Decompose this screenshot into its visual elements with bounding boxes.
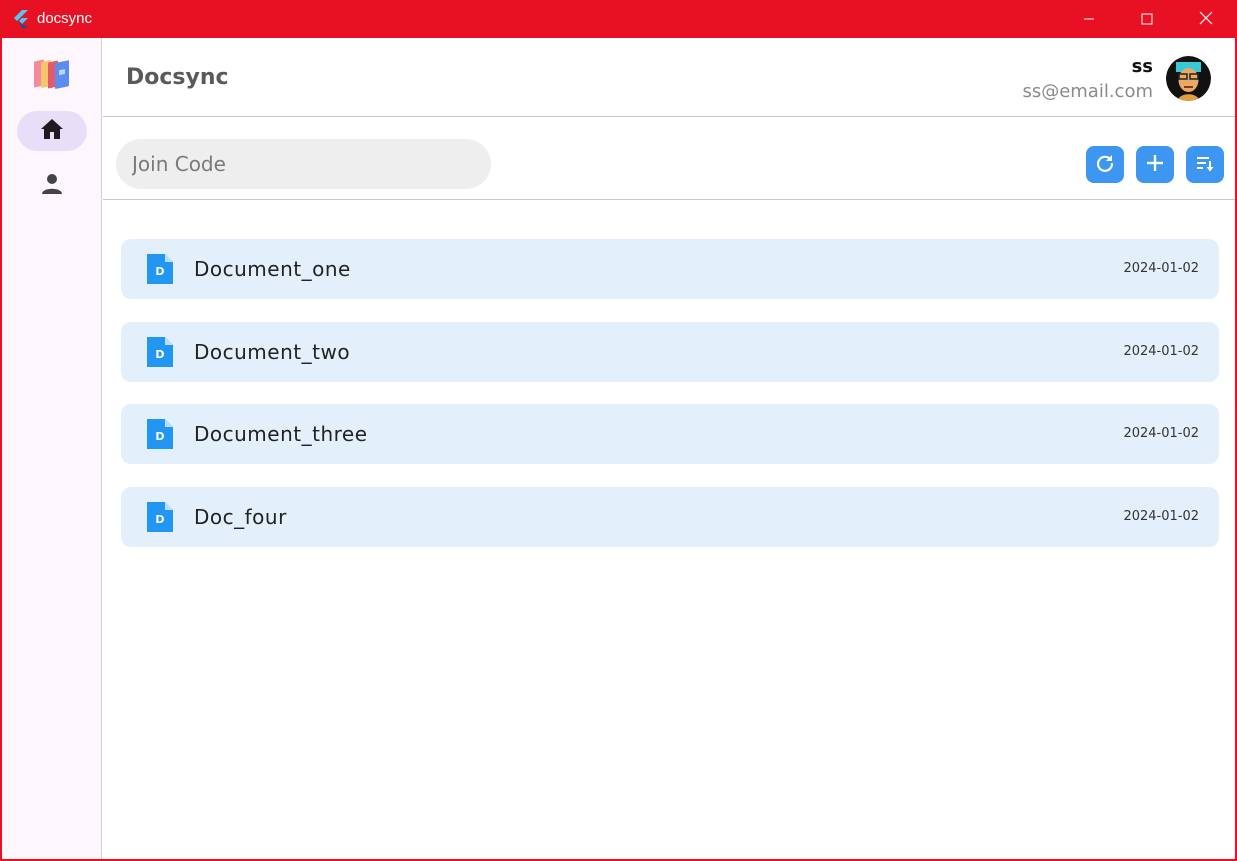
document-card[interactable]: D Doc_four 2024-01-02 [121,487,1219,547]
document-date: 2024-01-02 [1123,344,1199,359]
svg-text:D: D [155,265,164,278]
svg-text:D: D [155,430,164,443]
document-icon: D [146,253,174,285]
refresh-button[interactable] [1086,146,1124,183]
app-window: Docsync ss ss@email.com Join Code D Docu… [2,38,1235,859]
document-icon: D [146,501,174,533]
svg-text:D: D [155,348,164,361]
home-icon [39,117,65,145]
folders-logo-icon [32,56,72,94]
maximize-button[interactable] [1118,0,1176,38]
sort-icon [1195,153,1215,177]
document-name: Document_three [194,422,368,446]
document-date: 2024-01-02 [1123,509,1199,524]
minimize-button[interactable] [1060,0,1118,38]
close-icon [1199,10,1213,29]
app-header: Docsync ss ss@email.com [103,38,1235,117]
person-icon [40,172,64,200]
sort-button[interactable] [1186,146,1224,183]
add-document-button[interactable] [1136,146,1174,183]
document-card[interactable]: D Document_three 2024-01-02 [121,404,1219,464]
toolbar [103,117,1235,200]
document-name: Document_two [194,340,351,364]
svg-text:D: D [155,513,164,526]
document-date: 2024-01-02 [1123,261,1199,276]
document-name: Document_one [194,257,351,281]
document-icon: D [146,418,174,450]
document-name: Doc_four [194,505,287,529]
document-card[interactable]: D Document_two 2024-01-02 [121,322,1219,382]
avatar[interactable] [1166,56,1211,101]
flutter-app-icon [12,10,30,28]
add-icon [1145,153,1165,177]
close-button[interactable] [1177,0,1235,38]
document-card[interactable]: D Document_one 2024-01-02 [121,239,1219,299]
minimize-icon [1083,10,1095,29]
main-content: Docsync ss ss@email.com Join Code D Docu… [103,38,1235,859]
join-code-input[interactable] [116,139,491,189]
user-name: ss [1131,56,1153,77]
rail-item-profile[interactable] [17,166,87,206]
maximize-icon [1141,10,1153,29]
page-title: Docsync [126,65,229,90]
document-icon: D [146,336,174,368]
document-date: 2024-01-02 [1123,426,1199,441]
navigation-rail [2,38,102,859]
title-bar: docsync [0,0,1237,38]
user-email: ss@email.com [1022,81,1153,102]
rail-item-home[interactable] [17,111,87,151]
window-title: docsync [37,10,93,27]
refresh-icon [1095,153,1115,177]
